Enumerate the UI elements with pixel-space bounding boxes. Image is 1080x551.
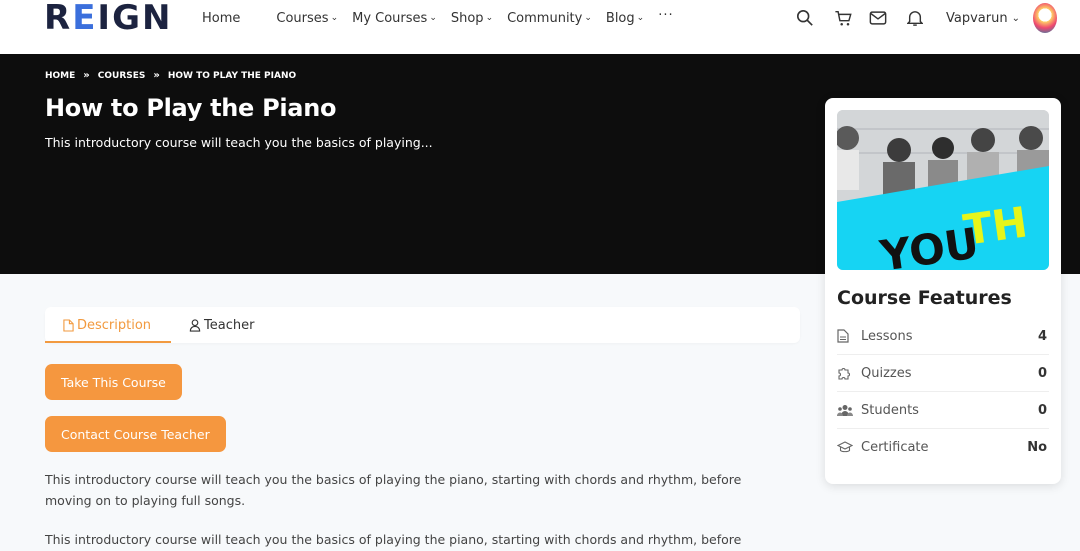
breadcrumb-courses[interactable]: COURSES <box>98 71 146 81</box>
feature-row-quizzes: Quizzes 0 <box>837 355 1049 392</box>
course-thumbnail: YOU TH <box>837 110 1049 270</box>
tab-description[interactable]: Description <box>45 307 171 343</box>
main-nav: Home Courses ⌄ My Courses ⌄ Shop ⌄ Communit… <box>202 0 674 36</box>
chevron-down-icon: ⌄ <box>584 13 592 23</box>
logo-letter: R <box>44 0 73 38</box>
feature-label: Certificate <box>861 440 929 455</box>
course-tabs: Description Teacher <box>45 307 800 343</box>
nav-shop-label: Shop <box>450 10 484 26</box>
more-menu-icon[interactable]: ··· <box>658 8 673 23</box>
feature-row-students: Students 0 <box>837 392 1049 429</box>
chevron-down-icon: ⌄ <box>330 13 339 23</box>
page-title: How to Play the Piano <box>45 94 337 122</box>
feature-value: No <box>1027 440 1047 455</box>
description-paragraph: This introductory course will teach you … <box>45 472 742 508</box>
contact-teacher-button[interactable]: Contact Course Teacher <box>45 416 226 452</box>
reign-logo[interactable]: R E IGN <box>44 0 173 38</box>
breadcrumb-current: HOW TO PLAY THE PIANO <box>167 70 297 81</box>
nav-community[interactable]: Community ⌄ <box>507 11 592 26</box>
bell-icon[interactable] <box>905 8 925 28</box>
logo-letter-e: E <box>72 0 98 38</box>
feature-label: Quizzes <box>861 365 912 381</box>
breadcrumb-home[interactable]: HOME <box>45 71 75 81</box>
user-menu[interactable]: Vapvarun ⌄ <box>946 0 1020 36</box>
nav-home-label: Home <box>202 10 241 26</box>
nav-community-label: Community <box>507 10 583 26</box>
feature-value: 0 <box>1037 365 1047 381</box>
description-paragraph: This introductory course will teach you … <box>45 532 742 547</box>
course-features-card: YOU TH Course Features Lessons 4 Quizzes… <box>825 98 1061 484</box>
chevron-down-icon: ⌄ <box>429 13 437 23</box>
take-course-button[interactable]: Take This Course <box>45 364 182 400</box>
tab-teacher-label: Teacher <box>204 317 255 333</box>
avatar[interactable] <box>1033 3 1057 33</box>
chevron-down-icon: ⌄ <box>636 13 645 23</box>
nav-blog[interactable]: Blog ⌄ <box>606 11 644 26</box>
search-icon[interactable] <box>795 8 815 28</box>
tab-teacher[interactable]: Teacher <box>171 307 272 343</box>
teacher-icon <box>189 318 201 332</box>
lesson-icon <box>837 329 855 343</box>
feature-row-lessons: Lessons 4 <box>837 318 1049 355</box>
top-header: R E IGN Home Courses ⌄ My Courses ⌄ Shop ⌄ Co… <box>0 0 1080 54</box>
nav-home[interactable]: Home <box>202 11 240 26</box>
double-chevron-right-icon: » <box>153 70 160 81</box>
nav-blog-label: Blog <box>605 10 635 26</box>
nav-shop[interactable]: Shop ⌄ <box>451 11 493 26</box>
cart-icon[interactable] <box>833 8 853 28</box>
feature-label: Students <box>861 402 919 418</box>
chevron-down-icon: ⌄ <box>485 13 494 23</box>
graduation-cap-icon <box>837 441 855 454</box>
tab-description-label: Description <box>77 317 152 333</box>
nav-my-courses-label: My Courses <box>352 10 428 26</box>
mail-icon[interactable] <box>868 8 888 28</box>
course-subtitle: This introductory course will teach you … <box>45 135 433 150</box>
feature-value: 4 <box>1037 328 1047 344</box>
feature-row-certificate: Certificate No <box>837 429 1049 466</box>
chevron-down-icon: ⌄ <box>1011 12 1020 24</box>
nav-my-courses[interactable]: My Courses ⌄ <box>352 11 437 26</box>
students-icon <box>837 404 855 417</box>
thumb-text-th: TH <box>960 197 1030 254</box>
logo-letters: IGN <box>97 0 173 38</box>
feature-value: 0 <box>1037 402 1047 418</box>
feature-label: Lessons <box>861 328 913 344</box>
course-features-title: Course Features <box>837 287 1012 309</box>
user-name: Vapvarun <box>946 10 1008 26</box>
nav-courses[interactable]: Courses ⌄ <box>276 11 338 26</box>
document-icon <box>63 318 74 332</box>
puzzle-icon <box>837 366 855 380</box>
double-chevron-right-icon: » <box>83 70 90 81</box>
breadcrumb: HOME » COURSES » HOW TO PLAY THE PIANO <box>45 70 296 81</box>
nav-courses-label: Courses <box>276 10 329 26</box>
